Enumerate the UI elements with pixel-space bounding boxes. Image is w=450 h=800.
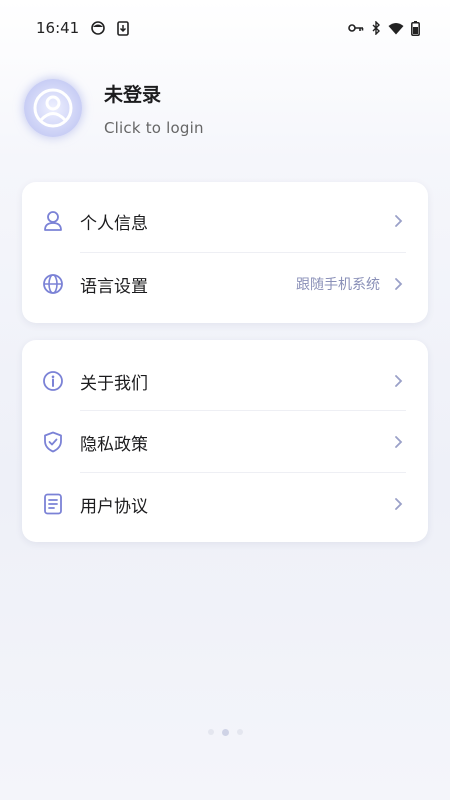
settings-card-account: 个人信息 语言设置 跟随手机系统: [22, 182, 428, 323]
page-dot-active: [221, 728, 229, 736]
status-time: 16:41: [36, 19, 80, 37]
page-dot: [236, 729, 243, 735]
download-icon: [117, 20, 130, 36]
globe-icon: [42, 273, 64, 295]
menu-item-label: 语言设置: [80, 276, 148, 297]
wifi-icon: [388, 22, 404, 35]
profile-login[interactable]: 未登录 Click to login: [24, 76, 424, 140]
menu-item-privacy-policy[interactable]: 隐私政策: [22, 411, 428, 473]
menu-item-language-settings[interactable]: 语言设置 跟随手机系统: [22, 253, 428, 315]
menu-item-label: 隐私政策: [80, 434, 148, 455]
chevron-right-icon: [394, 435, 404, 449]
profile-name: 未登录: [104, 83, 162, 106]
settings-card-about: 关于我们 隐私政策 用户协议: [22, 340, 428, 542]
chevron-right-icon: [394, 497, 404, 511]
page-dot: [207, 729, 214, 735]
menu-item-label: 用户协议: [80, 496, 148, 517]
vpn-key-icon: [348, 23, 364, 33]
info-icon: [42, 370, 64, 392]
person-icon: [42, 210, 64, 232]
status-bar: 16:41: [0, 0, 450, 56]
login-prompt[interactable]: Click to login: [104, 119, 204, 137]
chevron-right-icon: [394, 214, 404, 228]
battery-icon: [411, 20, 420, 36]
menu-item-label: 关于我们: [80, 373, 148, 394]
chevron-right-icon: [394, 374, 404, 388]
language-current-value: 跟随手机系统: [296, 277, 380, 293]
chevron-right-icon: [394, 277, 404, 291]
bluetooth-icon: [371, 21, 381, 35]
menu-item-about-us[interactable]: 关于我们: [22, 350, 428, 412]
menu-item-label: 个人信息: [80, 213, 148, 234]
menu-item-user-agreement[interactable]: 用户协议: [22, 473, 428, 535]
shield-check-icon: [42, 431, 64, 453]
page-indicator: [0, 728, 450, 736]
avatar[interactable]: [24, 79, 82, 137]
user-avatar-icon: [33, 88, 73, 128]
menu-item-personal-info[interactable]: 个人信息: [22, 190, 428, 252]
notification-face-icon: [91, 21, 106, 35]
document-icon: [42, 493, 64, 515]
